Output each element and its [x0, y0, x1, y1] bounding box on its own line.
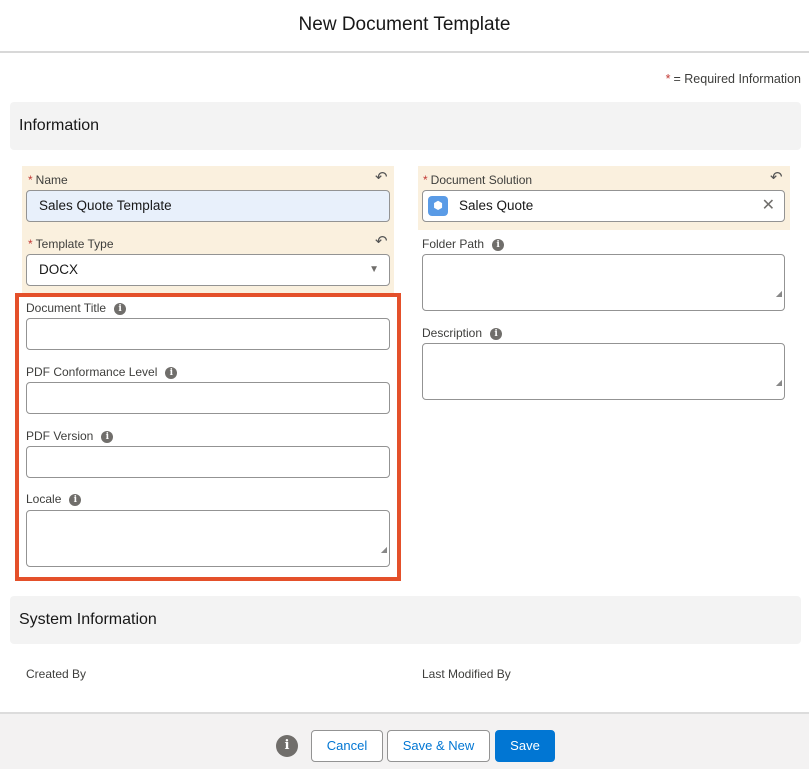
resize-handle[interactable]: ◢ — [776, 368, 782, 398]
pdf-conformance-input[interactable] — [26, 382, 390, 414]
locale-label: Locale — [26, 492, 62, 506]
clear-icon[interactable]: ✕ — [762, 191, 775, 221]
name-label: Name — [35, 173, 68, 187]
resize-handle[interactable]: ◢ — [381, 535, 387, 565]
description-textarea[interactable]: ◢ — [422, 343, 785, 400]
description-label: Description — [422, 326, 483, 340]
info-icon[interactable]: i — [492, 239, 505, 251]
undo-icon[interactable]: ↶ — [375, 168, 388, 186]
document-solution-lookup[interactable]: ⬢ Sales Quote ✕ — [422, 190, 785, 222]
resize-handle[interactable]: ◢ — [776, 279, 782, 309]
section-information[interactable]: Information — [10, 102, 801, 150]
locale-textarea[interactable]: ◢ — [26, 510, 390, 567]
info-icon[interactable]: i — [165, 367, 178, 379]
created-by-label: Created By — [26, 667, 87, 681]
folder-path-label: Folder Path — [422, 237, 485, 251]
document-title-label: Document Title — [26, 301, 107, 315]
undo-icon[interactable]: ↶ — [770, 168, 783, 186]
document-solution-label: Document Solution — [430, 173, 533, 187]
name-input[interactable]: Sales Quote Template — [26, 190, 390, 222]
undo-icon[interactable]: ↶ — [375, 232, 388, 250]
required-note: * = Required Information — [665, 72, 801, 86]
info-icon[interactable]: i — [490, 328, 503, 340]
info-icon[interactable]: i — [276, 735, 298, 757]
template-type-select[interactable]: DOCX ▼ — [26, 254, 390, 286]
save-button[interactable]: Save — [495, 730, 555, 762]
info-icon[interactable]: i — [69, 494, 82, 506]
info-icon[interactable]: i — [101, 431, 114, 443]
save-new-button[interactable]: Save & New — [387, 730, 490, 762]
pdf-conformance-label: PDF Conformance Level — [26, 365, 158, 379]
chevron-down-icon: ▼ — [369, 264, 379, 275]
section-system-information[interactable]: System Information — [10, 596, 801, 644]
document-title-input[interactable] — [26, 318, 390, 350]
pdf-version-input[interactable] — [26, 446, 390, 478]
last-modified-by-label: Last Modified By — [422, 667, 511, 681]
pdf-version-label: PDF Version — [26, 429, 94, 443]
cube-icon: ⬢ — [428, 196, 448, 216]
folder-path-textarea[interactable]: ◢ — [422, 254, 785, 311]
modal-title: New Document Template — [0, 0, 809, 53]
info-icon[interactable]: i — [114, 303, 127, 315]
cancel-button[interactable]: Cancel — [311, 730, 383, 762]
template-type-label: Template Type — [35, 237, 114, 251]
